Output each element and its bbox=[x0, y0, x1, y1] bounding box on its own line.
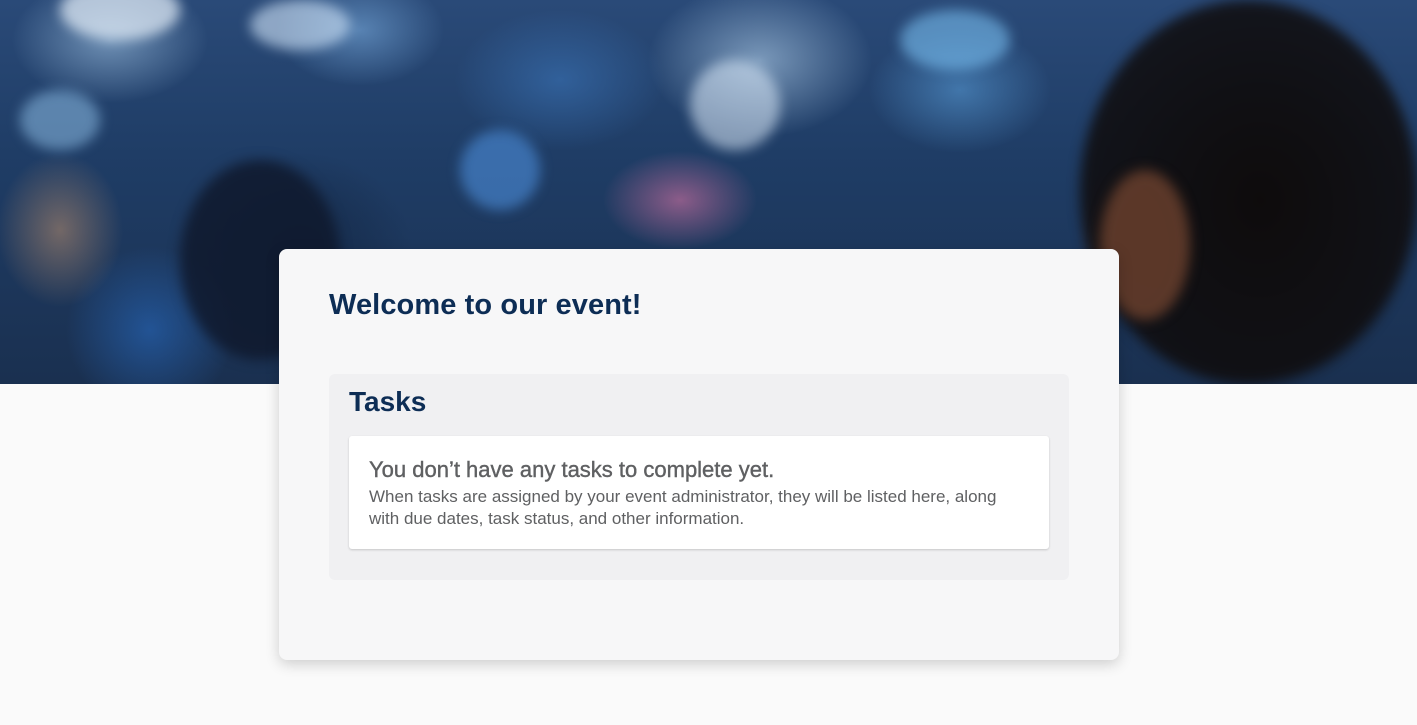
crowd-highlight bbox=[60, 0, 180, 40]
crowd-highlight bbox=[250, 0, 350, 50]
tasks-panel: Tasks You don’t have any tasks to comple… bbox=[329, 374, 1069, 580]
crowd-highlight bbox=[460, 130, 540, 210]
tasks-heading: Tasks bbox=[349, 386, 427, 417]
empty-state-title: You don’t have any tasks to complete yet… bbox=[369, 457, 775, 482]
welcome-card: Welcome to our event! Tasks You don’t ha… bbox=[279, 249, 1119, 660]
page-title: Welcome to our event! bbox=[329, 289, 642, 321]
empty-state-description: When tasks are assigned by your event ad… bbox=[369, 487, 997, 528]
page: Welcome to our event! Tasks You don’t ha… bbox=[0, 0, 1417, 725]
tasks-empty-state: You don’t have any tasks to complete yet… bbox=[349, 436, 1049, 549]
crowd-highlight bbox=[900, 10, 1010, 70]
crowd-highlight bbox=[20, 90, 100, 150]
crowd-highlight bbox=[690, 60, 780, 150]
